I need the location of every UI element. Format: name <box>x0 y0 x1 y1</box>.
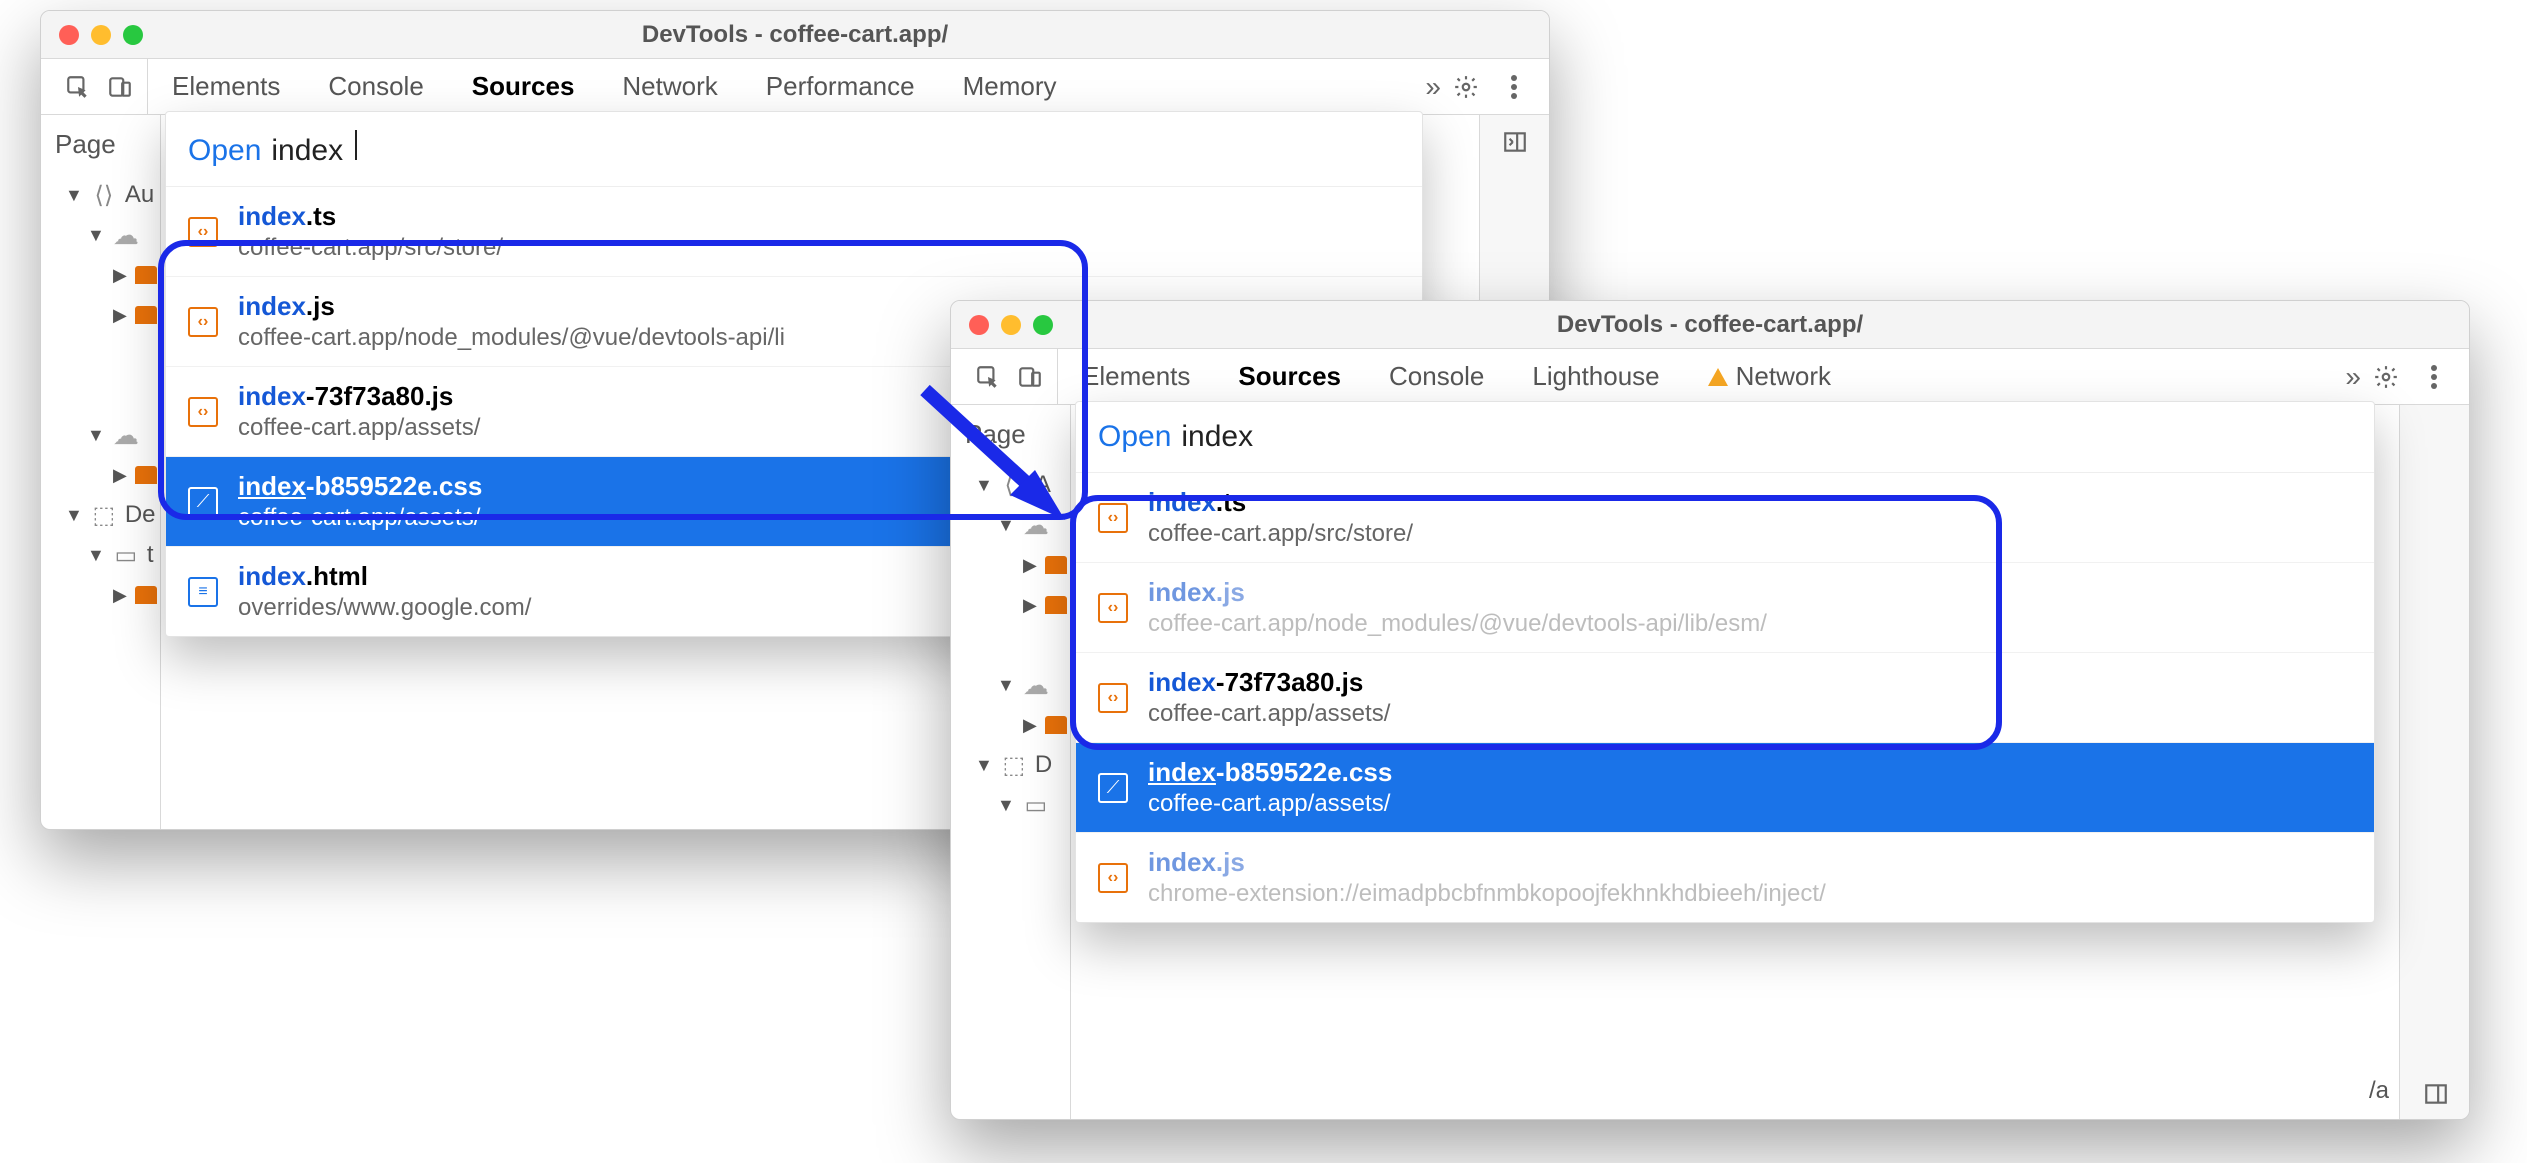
command-keyword: Open <box>188 134 261 168</box>
toolbar: ElementsSourcesConsoleLighthouseNetwork … <box>951 349 2469 405</box>
css-file-icon: ⟋ <box>1098 773 1128 803</box>
result-filename: index-73f73a80.js <box>1148 667 1390 698</box>
right-rail: /a <box>2399 405 2469 1119</box>
result-filename: index.html <box>238 561 531 592</box>
tab-sources[interactable]: Sources <box>1214 349 1365 404</box>
titlebar: DevTools - coffee-cart.app/ <box>951 301 2469 349</box>
result-path: coffee-cart.app/assets/ <box>1148 790 1392 818</box>
settings-icon[interactable] <box>1451 72 1481 102</box>
result-filename: index.js <box>1148 847 1826 878</box>
result-filename: index-b859522e.css <box>238 471 482 502</box>
arrow-annotation <box>915 380 1095 540</box>
collapse-panel-icon[interactable] <box>2421 1079 2451 1109</box>
tab-console[interactable]: Console <box>304 59 447 114</box>
devtools-window-2: DevTools - coffee-cart.app/ ElementsSour… <box>950 300 2470 1120</box>
result-path: coffee-cart.app/src/store/ <box>1148 520 1413 548</box>
code-icon: ⟨⟩ <box>91 182 117 208</box>
tab-performance[interactable]: Performance <box>742 59 939 114</box>
folder-icon <box>135 466 157 484</box>
result-path: chrome-extension://eimadpbcbfnmbkopoojfe… <box>1148 880 1826 908</box>
frame-icon: ▭ <box>1023 792 1049 818</box>
tab-memory[interactable]: Memory <box>939 59 1081 114</box>
result-filename: index.ts <box>238 201 503 232</box>
html-file-icon: ≡ <box>188 577 218 607</box>
command-query: index <box>271 134 343 168</box>
tab-network[interactable]: Network <box>1684 349 1855 404</box>
command-keyword: Open <box>1098 420 1171 454</box>
cube-icon: ⬚ <box>91 502 117 528</box>
cloud-icon: ☁ <box>113 220 139 251</box>
tab-elements[interactable]: Elements <box>148 59 304 114</box>
path-fragment: /a <box>2369 1077 2389 1105</box>
folder-icon <box>135 266 157 284</box>
frame-icon: ▭ <box>113 542 139 568</box>
cloud-icon: ☁ <box>1023 670 1049 701</box>
js-file-icon: ‹› <box>1098 683 1128 713</box>
kebab-menu-icon[interactable] <box>1499 72 1529 102</box>
folder-icon <box>1045 716 1067 734</box>
js-file-icon: ‹› <box>1098 503 1128 533</box>
cube-icon: ⬚ <box>1001 752 1027 778</box>
folder-icon <box>1045 596 1067 614</box>
result-path: coffee-cart.app/assets/ <box>1148 700 1390 728</box>
inspect-icon[interactable] <box>63 72 93 102</box>
result-path: coffee-cart.app/assets/ <box>238 414 480 442</box>
command-search-row[interactable]: Open index <box>1076 402 2374 473</box>
titlebar: DevTools - coffee-cart.app/ <box>41 11 1549 59</box>
result-filename: index-73f73a80.js <box>238 381 480 412</box>
result-filename: index.js <box>1148 577 1767 608</box>
command-result-item[interactable]: ‹› index.jscoffee-cart.app/node_modules/@… <box>1076 563 2374 653</box>
collapse-panel-icon[interactable] <box>1500 127 1530 157</box>
command-menu: Open index ‹› index.tscoffee-cart.app/src… <box>1075 401 2375 923</box>
sources-tree: ▼⟨⟩Au ▼☁ ▶ ▶ ▼☁ ▶ ▼⬚De ▼▭t ▶ <box>49 175 161 615</box>
result-path: overrides/www.google.com/ <box>238 594 531 622</box>
result-path: coffee-cart.app/assets/ <box>238 504 482 532</box>
command-query: index <box>1181 420 1253 454</box>
js-file-icon: ‹› <box>188 307 218 337</box>
folder-icon <box>135 586 157 604</box>
css-file-icon: ⟋ <box>188 487 218 517</box>
text-cursor <box>355 130 357 160</box>
tab-console[interactable]: Console <box>1365 349 1508 404</box>
js-file-icon: ‹› <box>1098 863 1128 893</box>
result-path: coffee-cart.app/node_modules/@vue/devtoo… <box>238 324 785 352</box>
folder-icon <box>135 306 157 324</box>
settings-icon[interactable] <box>2371 362 2401 392</box>
device-toggle-icon[interactable] <box>105 72 135 102</box>
js-file-icon: ‹› <box>1098 593 1128 623</box>
tab-lighthouse[interactable]: Lighthouse <box>1508 349 1683 404</box>
toolbar: ElementsConsoleSourcesNetworkPerformance… <box>41 59 1549 115</box>
command-result-item[interactable]: ⟋ index-b859522e.csscoffee-cart.app/asset… <box>1076 743 2374 833</box>
result-path: coffee-cart.app/src/store/ <box>238 234 503 262</box>
command-result-item[interactable]: ‹› index-73f73a80.jscoffee-cart.app/asset… <box>1076 653 2374 743</box>
folder-icon <box>1045 556 1067 574</box>
command-result-item[interactable]: ‹› index.tscoffee-cart.app/src/store/ <box>1076 473 2374 563</box>
tab-sources[interactable]: Sources <box>448 59 599 114</box>
result-filename: index.js <box>238 291 785 322</box>
kebab-menu-icon[interactable] <box>2419 362 2449 392</box>
js-file-icon: ‹› <box>188 397 218 427</box>
cloud-icon: ☁ <box>113 420 139 451</box>
command-result-item[interactable]: ‹› index.jschrome-extension://eimadpbcbfn… <box>1076 833 2374 922</box>
tab-network[interactable]: Network <box>598 59 741 114</box>
window-title: DevTools - coffee-cart.app/ <box>951 311 2469 339</box>
result-filename: index.ts <box>1148 487 1413 518</box>
js-file-icon: ‹› <box>188 217 218 247</box>
more-tabs-icon[interactable]: » <box>1425 71 1441 103</box>
command-result-item[interactable]: ‹› index.tscoffee-cart.app/src/store/ <box>166 187 1422 277</box>
more-tabs-icon[interactable]: » <box>2345 361 2361 393</box>
result-filename: index-b859522e.css <box>1148 757 1392 788</box>
window-title: DevTools - coffee-cart.app/ <box>41 21 1549 49</box>
command-search-row[interactable]: Open index <box>166 112 1422 187</box>
result-path: coffee-cart.app/node_modules/@vue/devtoo… <box>1148 610 1767 638</box>
